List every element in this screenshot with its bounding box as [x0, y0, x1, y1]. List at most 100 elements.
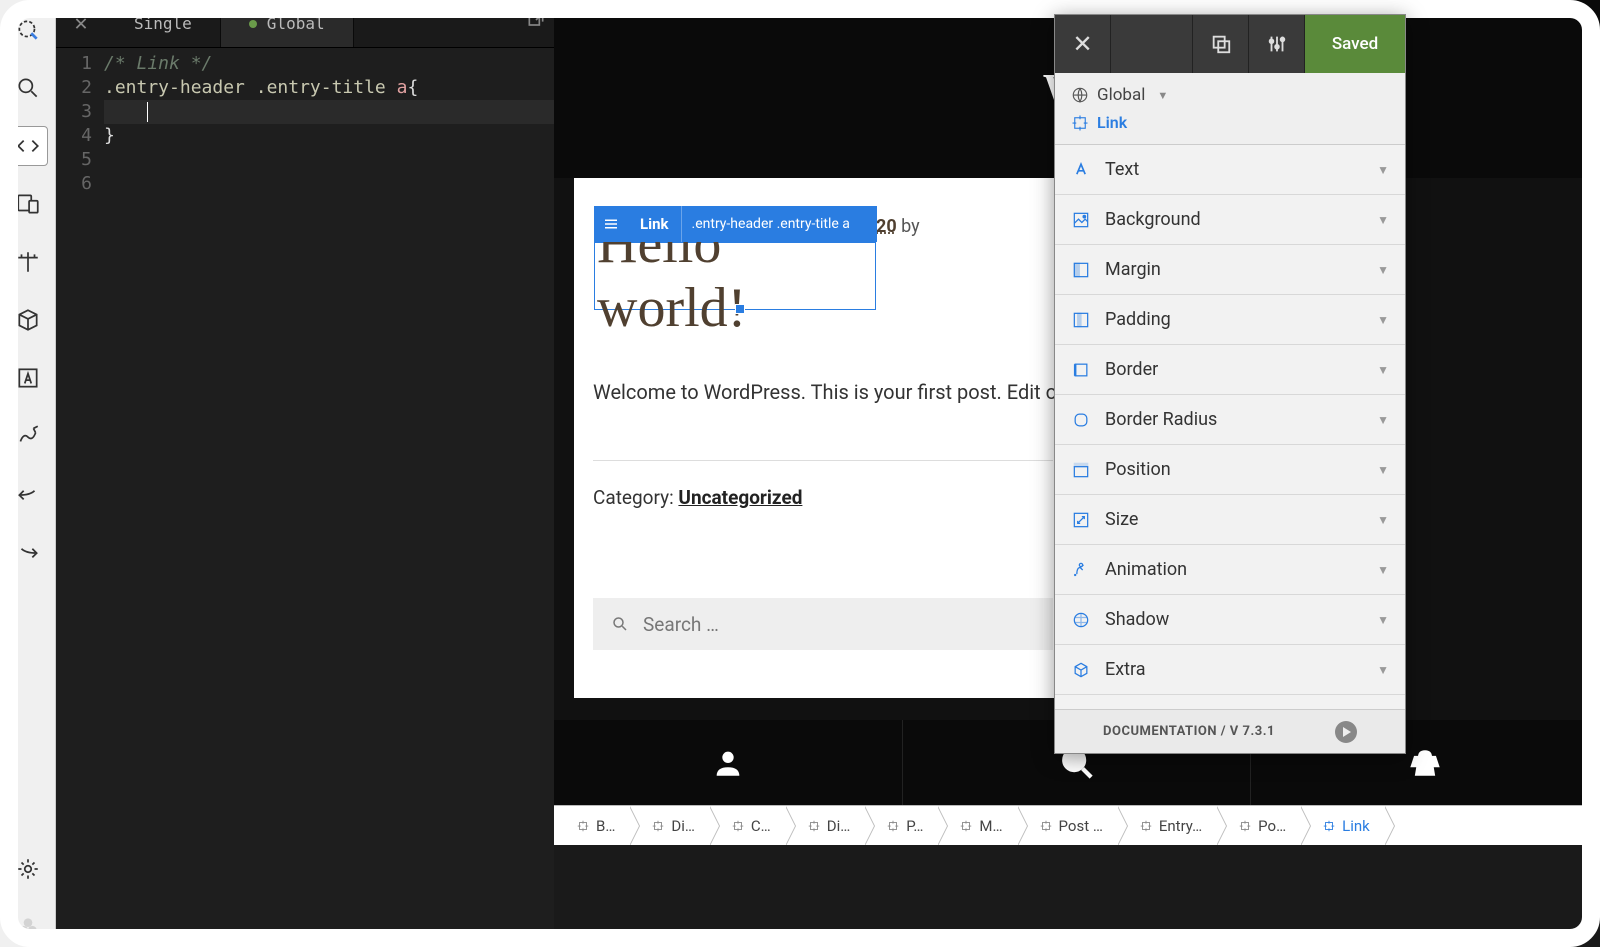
scope-element[interactable]: Link: [1071, 113, 1389, 132]
selection-menu-icon[interactable]: [594, 215, 628, 233]
code-line: [104, 100, 554, 124]
inspector-scope: Global ▼ Link: [1055, 73, 1405, 145]
code-line: /* Link */: [104, 52, 554, 76]
selection-overlay[interactable]: Link .entry-header .entry-title a: [594, 206, 877, 242]
inspector-section-background[interactable]: Background▼: [1055, 195, 1405, 245]
redo-icon[interactable]: [8, 532, 48, 572]
search-icon: [611, 615, 629, 633]
editor-tabs: ✕ Single Global: [56, 0, 554, 48]
divider: [593, 460, 1053, 461]
code-line: [104, 148, 554, 172]
settings-gear-icon[interactable]: [8, 849, 48, 889]
popout-icon[interactable]: [526, 10, 546, 34]
target-icon: [1071, 114, 1089, 132]
copy-states-icon[interactable]: [1193, 15, 1249, 73]
chevron-down-icon: ▼: [1377, 163, 1389, 177]
inspector-panel: ✕ Saved Global ▼ Link Text▼Background▼Ma…: [1054, 14, 1406, 754]
typography-icon[interactable]: [8, 358, 48, 398]
post-meta: 20 by: [876, 216, 920, 237]
code-tool-icon[interactable]: [8, 126, 48, 166]
code-body[interactable]: 123456 /* Link */ .entry-header .entry-t…: [56, 48, 554, 196]
unsaved-dot-icon: [249, 20, 257, 28]
post-category: Category: Uncategorized: [593, 486, 802, 509]
inspector-footer: DOCUMENTATION / V 7.3.1: [1055, 709, 1405, 753]
breadcrumb-item[interactable]: Link: [1300, 806, 1384, 845]
code-editor: ✕ Single Global 123456 /* Link */ .entry…: [56, 0, 554, 947]
breadcrumb-item[interactable]: Entry…: [1117, 806, 1216, 845]
close-editor-icon[interactable]: ✕: [56, 0, 106, 47]
left-toolbar: [0, 0, 56, 947]
breadcrumb-item[interactable]: Di…: [785, 806, 865, 845]
code-line: .entry-header .entry-title a{: [104, 76, 554, 100]
chevron-down-icon: ▼: [1377, 263, 1389, 277]
inspector-section-margin[interactable]: Margin▼: [1055, 245, 1405, 295]
tab-single[interactable]: Single: [106, 0, 221, 47]
margin-icon: [1071, 260, 1091, 280]
breadcrumb-item[interactable]: Di…: [629, 806, 709, 845]
settings-sliders-icon[interactable]: [1249, 15, 1305, 73]
chevron-down-icon: ▼: [1377, 663, 1389, 677]
inspector-sections: Text▼Background▼Margin▼Padding▼Border▼Bo…: [1055, 145, 1405, 709]
target-icon: [731, 819, 745, 833]
play-icon[interactable]: [1335, 721, 1357, 743]
footer-account-icon[interactable]: [554, 720, 903, 806]
globe-icon: [1071, 86, 1089, 104]
post-title-link[interactable]: Hello world!: [594, 242, 876, 310]
target-icon: [1139, 819, 1153, 833]
target-icon: [886, 819, 900, 833]
code-line: [104, 172, 554, 196]
breadcrumb-item[interactable]: Po…: [1216, 806, 1300, 845]
target-icon: [1039, 819, 1053, 833]
chevron-down-icon: ▼: [1157, 89, 1168, 102]
undo-icon[interactable]: [8, 474, 48, 514]
tab-global[interactable]: Global: [221, 0, 354, 47]
saved-button[interactable]: Saved: [1305, 15, 1405, 73]
breadcrumb: B…Di…C…Di…P…M…Post …Entry…Po…Link: [554, 805, 1600, 845]
modules-icon[interactable]: [8, 907, 48, 947]
ruler-icon[interactable]: [8, 242, 48, 282]
inspector-section-radius[interactable]: Border Radius▼: [1055, 395, 1405, 445]
target-icon: [1322, 819, 1336, 833]
inspector-toolbar: ✕ Saved: [1055, 15, 1405, 73]
target-icon: [959, 819, 973, 833]
devices-icon[interactable]: [8, 184, 48, 224]
selection-path: .entry-header .entry-title a: [682, 216, 860, 232]
inspector-section-animation[interactable]: Animation▼: [1055, 545, 1405, 595]
breadcrumb-item[interactable]: C…: [709, 806, 785, 845]
animation-icon: [1071, 560, 1091, 580]
chevron-down-icon: ▼: [1377, 463, 1389, 477]
inspector-section-extra[interactable]: Extra▼: [1055, 645, 1405, 695]
chevron-down-icon: ▼: [1377, 363, 1389, 377]
inspector-section-border[interactable]: Border▼: [1055, 345, 1405, 395]
target-icon: [576, 819, 590, 833]
category-link[interactable]: Uncategorized: [678, 486, 802, 509]
target-icon: [651, 819, 665, 833]
animation-icon[interactable]: [8, 416, 48, 456]
inspector-section-position[interactable]: Position▼: [1055, 445, 1405, 495]
inspector-section-padding[interactable]: Padding▼: [1055, 295, 1405, 345]
breadcrumb-item[interactable]: M…: [937, 806, 1016, 845]
breadcrumb-item[interactable]: Post …: [1017, 806, 1117, 845]
breadcrumb-item[interactable]: B…: [554, 806, 629, 845]
selector-tool-icon[interactable]: [8, 10, 48, 50]
inspector-section-size[interactable]: Size▼: [1055, 495, 1405, 545]
inspector-section-text[interactable]: Text▼: [1055, 145, 1405, 195]
background-icon: [1071, 210, 1091, 230]
selection-label: Link: [628, 206, 682, 242]
target-icon: [1238, 819, 1252, 833]
radius-icon: [1071, 410, 1091, 430]
chevron-down-icon: ▼: [1377, 413, 1389, 427]
line-gutter: 123456: [56, 52, 104, 196]
shadow-icon: [1071, 610, 1091, 630]
chevron-down-icon: ▼: [1377, 513, 1389, 527]
chevron-down-icon: ▼: [1377, 613, 1389, 627]
post-body: Welcome to WordPress. This is your first…: [593, 380, 1063, 404]
inspector-close-icon[interactable]: ✕: [1055, 15, 1111, 73]
position-icon: [1071, 460, 1091, 480]
cube-icon[interactable]: [8, 300, 48, 340]
code-line: }: [104, 124, 554, 148]
inspector-section-shadow[interactable]: Shadow▼: [1055, 595, 1405, 645]
search-box[interactable]: Search …: [593, 598, 1053, 650]
scope-global[interactable]: Global ▼: [1071, 85, 1389, 105]
search-icon[interactable]: [8, 68, 48, 108]
